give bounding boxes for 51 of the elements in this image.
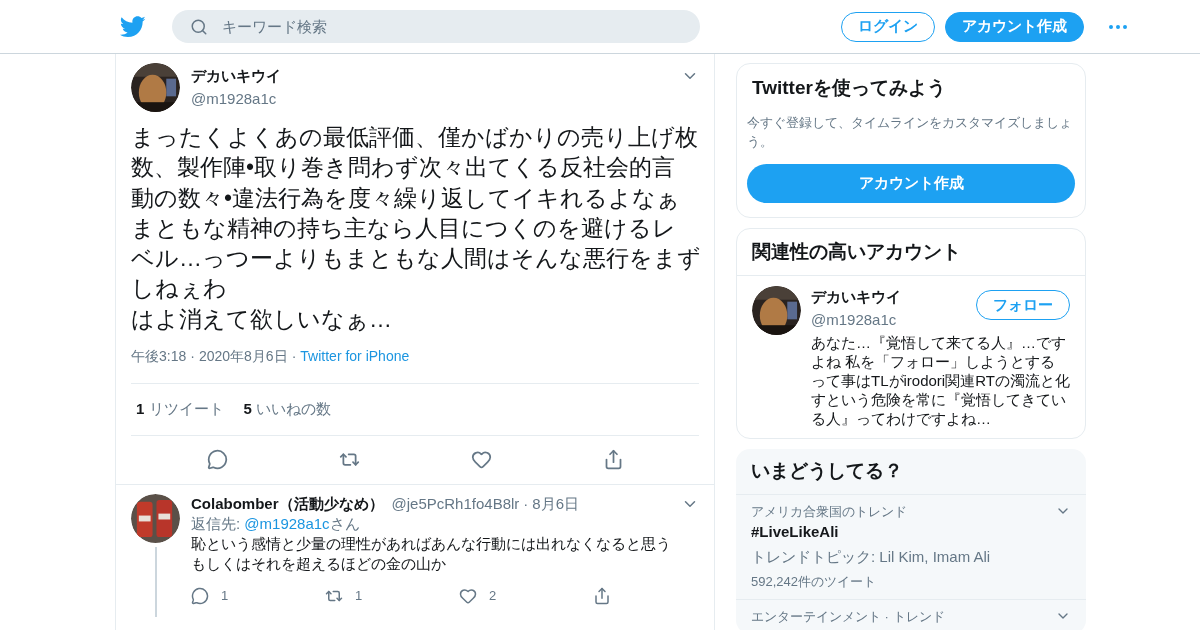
user-handle[interactable]: @m1928a1c <box>191 87 670 110</box>
tweet-date: 2020年8月6日 <box>198 347 288 367</box>
separator-dot: · <box>190 347 195 367</box>
card-text: 今すぐ登録して、タイムラインをカスタマイズしましょう。 <box>747 113 1073 151</box>
reply-icon[interactable] <box>191 586 209 605</box>
trend-name: #LiveLikeAli <box>751 522 840 542</box>
search-field[interactable]: キーワード検索 <box>172 10 700 43</box>
heart-icon[interactable] <box>470 449 492 471</box>
action-count: 1 <box>221 586 229 605</box>
tweet-text-line: しねぇわ <box>131 274 227 304</box>
card-title: いまどうしてる？ <box>736 449 1086 495</box>
tweet-text-line: 数、製作陣•取り巻き問わず次々出てくる反社会的言 <box>131 153 676 183</box>
tweet-time: 午後3:18 <box>131 347 187 367</box>
tweet-date: 8月6日 <box>532 493 579 514</box>
signup-button[interactable]: アカウント作成 <box>747 163 1075 203</box>
action-count: 2 <box>489 586 497 605</box>
tweet-text-line: まったくよくあの最低評価、僅かばかりの売り上げ枚 <box>131 123 698 152</box>
account-bio: あなた…『覚悟して来てる人』…ですよね 私を「フォロー」しようとするって事はTLがirodori関連RTの濁流と化すという危険を常に『覚悟してきている人』ってわけですよね… <box>811 333 1070 428</box>
search-icon <box>190 18 208 36</box>
tweet-text-line: はよ消えて欲しいなぁ… <box>131 304 392 334</box>
user-handle[interactable]: @je5PcRh1fo4B8lr <box>391 493 520 514</box>
trend-topics: トレンドトピック: Lil Kim, Imam Ali <box>751 546 992 567</box>
user-handle[interactable]: @m1928a1c <box>811 308 901 331</box>
reply-text: 恥という感情と少量の理性があればあんな行動には出れなくなると思うもしくはそれを超えるほどの金の山か <box>191 533 672 574</box>
tweet-text-line: 動の数々•違法行為を度々繰り返してイキれるよなぁ <box>131 183 681 213</box>
separator-dot: · <box>523 493 529 514</box>
user-name[interactable]: Colabomber（活動少なめ） <box>191 493 384 514</box>
separator-dot: · <box>291 347 297 367</box>
share-icon[interactable] <box>593 586 611 605</box>
reply-to-line: 返信先: @m1928a1cさん <box>191 513 361 534</box>
trend-item[interactable]: エンターテインメント · トレンド <box>736 599 1086 630</box>
user-name[interactable]: デカいキウイ <box>191 65 670 88</box>
mention-link[interactable]: @m1928a1c <box>244 514 330 532</box>
tweet-text-line: ベル…っつーよりもまともな人間はそんな悪行をまず <box>131 244 701 274</box>
heart-icon[interactable] <box>459 586 477 605</box>
trend-context: エンターテインメント · トレンド <box>751 607 945 626</box>
reply-icon[interactable] <box>206 449 228 471</box>
action-count: 1 <box>355 586 363 605</box>
stat-count[interactable]: 1 リツイート <box>136 398 224 421</box>
source-link[interactable]: Twitter for iPhone <box>300 346 410 368</box>
trend-item[interactable]: アメリカ合衆国のトレンド #LiveLikeAli トレンドトピック: Lil Kim, Imam Ali 592,242件のツイート <box>736 494 1086 600</box>
stat-count[interactable]: 5 いいねの数 <box>243 398 332 421</box>
tweet-text-line: まともな精神の持ち主なら人目につくのを避けるレ <box>131 213 676 243</box>
user-name[interactable]: デカいキウイ <box>811 286 901 309</box>
tweet-count: 592,242件のツイート <box>751 573 877 591</box>
login-button[interactable]: ログイン <box>841 11 935 42</box>
trend-context: アメリカ合衆国のトレンド <box>751 502 907 521</box>
card-title: Twitterを使ってみよう <box>751 76 947 100</box>
signup-button[interactable]: アカウント作成 <box>945 11 1084 42</box>
card-title: 関連性の高いアカウント <box>737 228 1085 276</box>
bird-logo-icon[interactable] <box>120 15 146 38</box>
